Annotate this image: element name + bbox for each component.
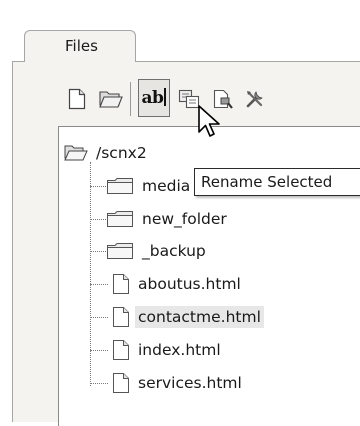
toolbar: ab	[0, 62, 360, 120]
tree-item-file[interactable]: contactme.html	[112, 306, 264, 328]
new-file-icon	[68, 88, 86, 110]
tooltip: Rename Selected	[194, 168, 360, 196]
tree-connector	[90, 284, 108, 285]
tree-connector	[90, 350, 108, 351]
tree-item-folder[interactable]: media	[106, 175, 193, 197]
open-folder-icon	[64, 145, 88, 161]
tree-connector	[90, 383, 108, 384]
file-icon	[113, 373, 129, 393]
tree-item-label: contactme.html	[135, 306, 264, 328]
file-icon	[113, 340, 129, 360]
tree-item-label: index.html	[138, 341, 221, 359]
open-folder-icon	[99, 91, 123, 108]
rename-icon: ab	[142, 88, 167, 108]
file-icon	[113, 307, 129, 327]
folder-icon	[107, 178, 133, 194]
tree-item-folder[interactable]: new_folder	[106, 208, 230, 230]
tree-item-label: new_folder	[142, 210, 227, 228]
tree-connector	[90, 162, 91, 386]
file-icon	[113, 274, 129, 294]
tree-item-label: media	[142, 177, 191, 195]
tree-item-file[interactable]: aboutus.html	[112, 273, 244, 295]
mouse-cursor-icon	[198, 105, 220, 137]
tools-icon	[246, 91, 263, 108]
folder-icon	[107, 243, 133, 259]
rename-button[interactable]: ab	[138, 79, 170, 117]
tree-item-label: _backup	[142, 242, 206, 260]
file-manager-panel: Files ab /scnx2 media new_folder _backup…	[0, 0, 360, 426]
open-folder-button[interactable]	[98, 86, 124, 112]
tab-files[interactable]: Files	[24, 30, 136, 62]
new-file-button[interactable]	[64, 86, 90, 112]
tree-item-label: services.html	[138, 374, 242, 392]
tree-connector	[90, 317, 108, 318]
tools-button[interactable]	[242, 86, 268, 112]
tree-item-label: aboutus.html	[138, 275, 241, 293]
tree-item-file[interactable]: services.html	[112, 372, 245, 394]
tree-item-file[interactable]: index.html	[112, 339, 224, 361]
tree-item-folder[interactable]: _backup	[106, 240, 209, 262]
folder-icon	[107, 211, 133, 227]
tree-root-label: /scnx2	[96, 144, 147, 162]
toolbar-separator	[130, 82, 131, 116]
tree-root[interactable]: /scnx2	[64, 142, 150, 164]
